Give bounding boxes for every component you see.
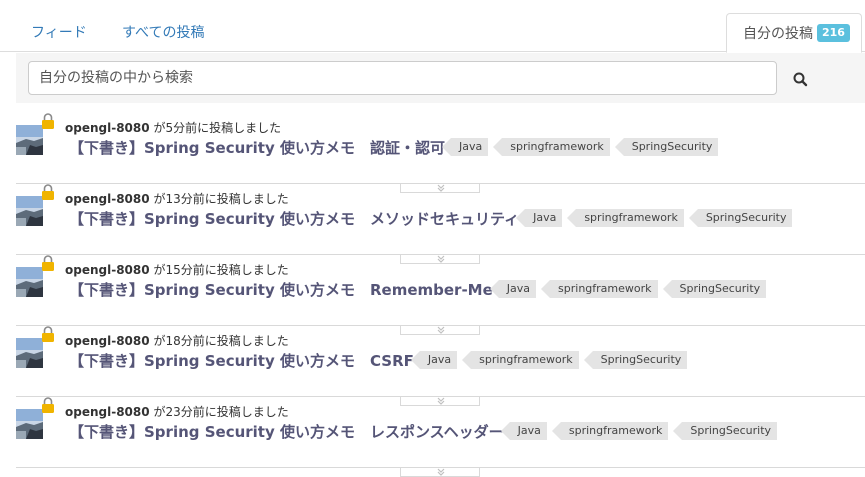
tag-springframework[interactable]: springframework: [540, 280, 658, 298]
tag-springframework[interactable]: springframework: [462, 351, 579, 369]
post-time: が23分前に投稿しました: [153, 405, 289, 419]
post-author[interactable]: opengl-8080: [65, 405, 150, 419]
lock-icon: [41, 255, 55, 271]
lock-icon: [41, 184, 55, 200]
search-bar: [16, 53, 865, 103]
post-title-row: 【下書き】Spring Security 使い方メモ Remember-Me J…: [69, 277, 767, 301]
tag-list: Java springframework SpringSecurity: [500, 422, 778, 440]
tag-springframework[interactable]: springframework: [493, 138, 610, 156]
post-author[interactable]: opengl-8080: [65, 263, 150, 277]
post-meta: opengl-8080 が18分前に投稿しました: [65, 332, 289, 349]
avatar[interactable]: [16, 125, 43, 155]
tag-springsecurity[interactable]: SpringSecurity: [614, 138, 719, 156]
expand-toggle[interactable]: [400, 468, 480, 477]
post-item: opengl-8080 が5分前に投稿しました 【下書き】Spring Secu…: [16, 113, 865, 193]
tab-bar: フィード すべての投稿 自分の投稿 216: [0, 0, 865, 53]
tag-springsecurity[interactable]: SpringSecurity: [583, 351, 688, 369]
post-title-row: 【下書き】Spring Security 使い方メモ 認証・認可 Java spr…: [69, 135, 719, 159]
avatar[interactable]: [16, 338, 43, 368]
post-title[interactable]: 【下書き】Spring Security 使い方メモ レスポンスヘッダー: [69, 421, 504, 442]
tab-my-posts-label: 自分の投稿: [743, 26, 813, 42]
post-title[interactable]: 【下書き】Spring Security 使い方メモ メソッドセキュリティ: [69, 208, 519, 229]
tag-list: Java springframework SpringSecurity: [441, 138, 719, 156]
post-author[interactable]: opengl-8080: [65, 334, 150, 348]
search-input[interactable]: [28, 61, 777, 95]
lock-icon: [41, 397, 55, 413]
avatar[interactable]: [16, 267, 43, 297]
post-meta: opengl-8080 が23分前に投稿しました: [65, 403, 289, 420]
avatar[interactable]: [16, 409, 43, 439]
avatar[interactable]: [16, 196, 43, 226]
tag-list: Java springframework SpringSecurity: [489, 280, 767, 298]
tag-springsecurity[interactable]: SpringSecurity: [688, 209, 793, 227]
tab-feed[interactable]: フィード: [31, 22, 87, 42]
post-item: opengl-8080 が23分前に投稿しました 【下書き】Spring Sec…: [16, 397, 865, 477]
tag-java[interactable]: Java: [500, 422, 547, 440]
post-author[interactable]: opengl-8080: [65, 121, 150, 135]
post-item: opengl-8080 が13分前に投稿しました 【下書き】Spring Sec…: [16, 184, 865, 264]
tag-java[interactable]: Java: [489, 280, 537, 298]
search-icon[interactable]: [790, 69, 812, 91]
post-time: が13分前に投稿しました: [153, 192, 289, 206]
lock-icon: [41, 113, 55, 129]
tag-java[interactable]: Java: [441, 138, 489, 156]
post-author[interactable]: opengl-8080: [65, 192, 150, 206]
post-item: opengl-8080 が18分前に投稿しました 【下書き】Spring Sec…: [16, 326, 865, 406]
post-title[interactable]: 【下書き】Spring Security 使い方メモ Remember-Me: [69, 279, 493, 300]
post-time: が15分前に投稿しました: [153, 263, 289, 277]
tag-springsecurity[interactable]: SpringSecurity: [662, 280, 767, 298]
post-meta: opengl-8080 が15分前に投稿しました: [65, 261, 289, 278]
post-title-row: 【下書き】Spring Security 使い方メモ CSRF Java spri…: [69, 348, 688, 372]
tag-list: Java springframework SpringSecurity: [516, 209, 793, 227]
tag-java[interactable]: Java: [410, 351, 458, 369]
post-title[interactable]: 【下書き】Spring Security 使い方メモ CSRF: [69, 350, 414, 371]
post-item: opengl-8080 が15分前に投稿しました 【下書き】Spring Sec…: [16, 255, 865, 335]
post-time: が18分前に投稿しました: [153, 334, 289, 348]
post-time: が5分前に投稿しました: [153, 121, 282, 135]
tag-springsecurity[interactable]: SpringSecurity: [673, 422, 778, 440]
chevron-down-icon: [437, 468, 445, 476]
post-meta: opengl-8080 が13分前に投稿しました: [65, 190, 289, 207]
tab-my-posts[interactable]: 自分の投稿 216: [726, 13, 862, 53]
tag-springframework[interactable]: springframework: [551, 422, 669, 440]
tab-all-posts[interactable]: すべての投稿: [122, 22, 204, 42]
tag-list: Java springframework SpringSecurity: [410, 351, 688, 369]
post-title-row: 【下書き】Spring Security 使い方メモ レスポンスヘッダー Jav…: [69, 419, 778, 443]
post-title[interactable]: 【下書き】Spring Security 使い方メモ 認証・認可: [69, 137, 445, 158]
lock-icon: [41, 326, 55, 342]
tag-java[interactable]: Java: [516, 209, 563, 227]
post-title-row: 【下書き】Spring Security 使い方メモ メソッドセキュリティ Ja…: [69, 206, 793, 230]
post-count-badge: 216: [817, 24, 850, 42]
tag-springframework[interactable]: springframework: [567, 209, 684, 227]
post-meta: opengl-8080 が5分前に投稿しました: [65, 119, 281, 136]
